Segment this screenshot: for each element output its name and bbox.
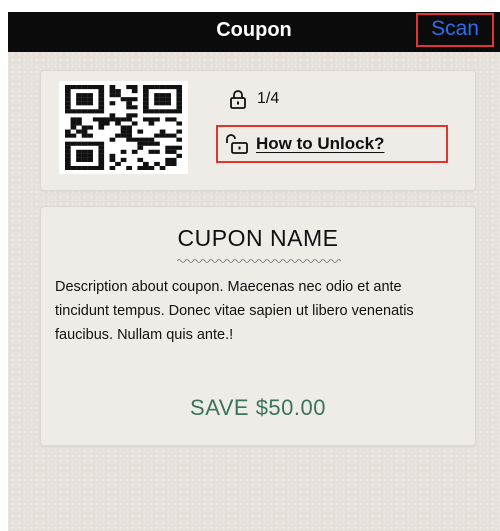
unlock-card: 1/4 How to Unlock? [40,70,476,191]
qr-code [59,81,188,174]
coupon-details-card: CUPON NAME Description about coupon. Mae… [40,206,476,446]
navigation-bar: Coupon Scan [8,12,500,52]
how-to-unlock-link[interactable]: How to Unlock? [216,125,448,163]
unlock-progress-text: 1/4 [257,90,280,107]
wavy-divider [177,259,341,263]
unlock-icon [226,134,248,154]
unlock-progress: 1/4 [229,87,279,111]
coupon-name: CUPON NAME [177,225,339,251]
lock-icon [230,90,246,109]
coupon-savings: SAVE $50.00 [190,395,326,420]
coupon-description: Description about coupon. Maecenas nec o… [55,279,414,343]
scan-button[interactable]: Scan [416,13,494,47]
coupon-screen: Coupon Scan 1/4 How to Unlock? CUPON NAM… [8,12,500,531]
how-to-unlock-label: How to Unlock? [256,134,385,153]
qr-code-icon [65,85,182,170]
